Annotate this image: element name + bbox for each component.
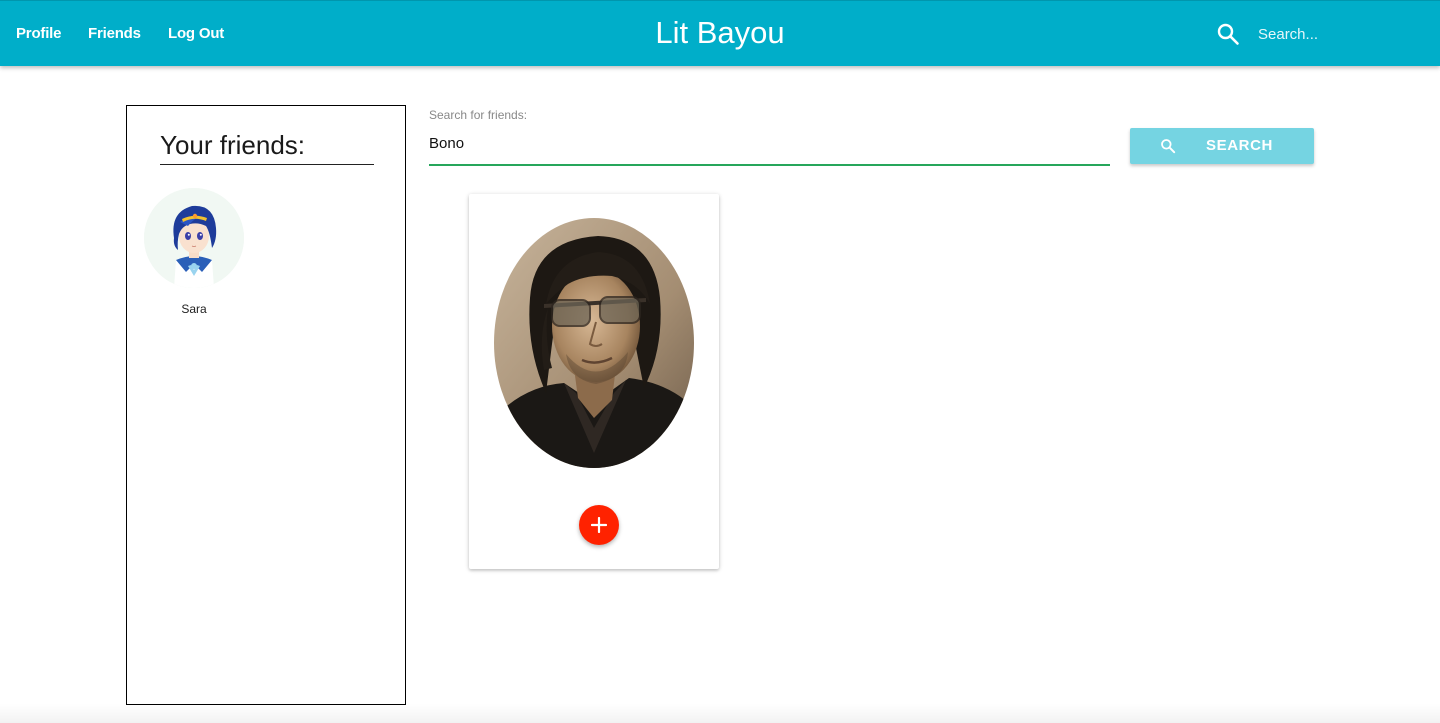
search-icon: [1160, 138, 1176, 154]
search-button-label: SEARCH: [1206, 137, 1273, 154]
nav-link-log-out[interactable]: Log Out: [168, 25, 224, 42]
navbar-search-input[interactable]: [1258, 21, 1428, 47]
brand-title[interactable]: Lit Bayou: [655, 15, 784, 50]
friends-panel: Your friends: Sara: [126, 105, 406, 705]
search-icon[interactable]: [1216, 22, 1240, 46]
nav-link-friends[interactable]: Friends: [88, 25, 141, 42]
friend-avatar[interactable]: [144, 188, 244, 288]
add-friend-button[interactable]: [579, 505, 619, 545]
top-navbar: Profile Friends Log Out Lit Bayou: [0, 0, 1440, 66]
page-bottom-shadow: [0, 703, 1440, 723]
plus-icon: [591, 517, 607, 533]
friend-name: Sara: [181, 302, 207, 316]
search-label: Search for friends:: [429, 108, 528, 122]
nav-link-profile[interactable]: Profile: [16, 25, 61, 42]
friend-search-input[interactable]: [429, 130, 1110, 166]
person-photo: [494, 218, 694, 468]
friend-item[interactable]: Sara: [144, 188, 244, 316]
search-button[interactable]: SEARCH: [1130, 128, 1314, 164]
friends-panel-title: Your friends:: [160, 130, 374, 165]
search-result-card: [469, 194, 719, 569]
